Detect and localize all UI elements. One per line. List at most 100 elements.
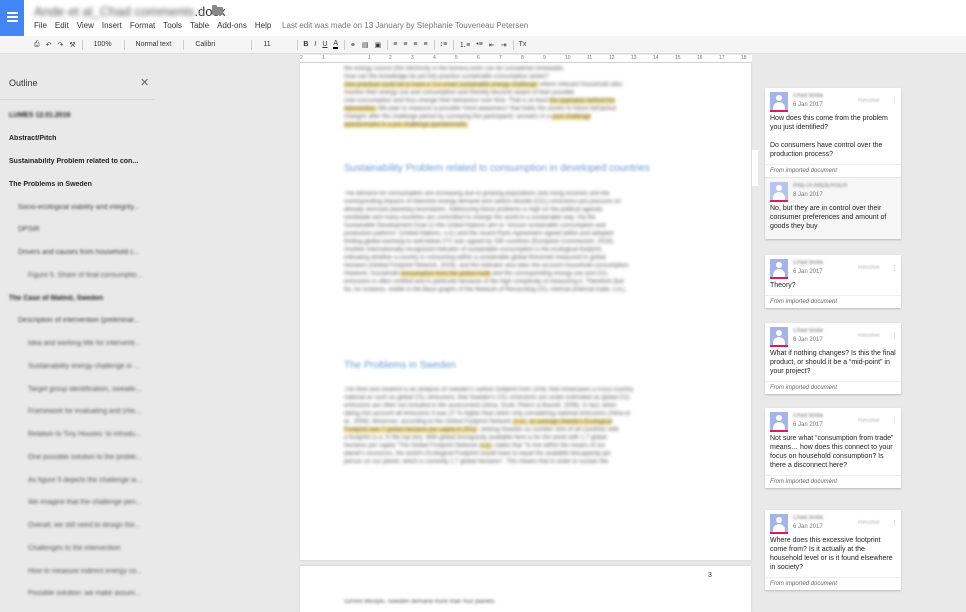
menu-table[interactable]: Table [190, 21, 209, 30]
undo-icon[interactable]: ↶ [46, 41, 52, 49]
resolve-button[interactable]: Resolve [858, 265, 880, 271]
comment-thread[interactable]: Chad Boda 6 Jan 2017 Resolve ⋮ Where doe… [765, 510, 901, 590]
font-size-select[interactable]: 11 [257, 41, 291, 48]
comment-thread[interactable]: Chad Boda 6 Jan 2017 Resolve ⋮ Not sure … [765, 408, 901, 488]
style-select[interactable]: Normal text [130, 41, 178, 48]
resolve-button[interactable]: Resolve [858, 333, 880, 339]
outline-item[interactable]: Possible solution: we make assum... [28, 590, 173, 597]
folder-icon[interactable] [212, 5, 223, 15]
outline-item[interactable]: How to measure indirect energy co... [28, 568, 173, 575]
body-paragraph-blurred: current lifestyle, Sweden demand more th… [344, 599, 497, 605]
menu-file[interactable]: File [34, 21, 47, 30]
outline-item[interactable]: Drivers and causes from household c... [18, 249, 163, 256]
more-options-icon[interactable]: ⋮ [891, 519, 898, 527]
outline-item[interactable]: Idea and working title for interventi... [28, 340, 173, 347]
ruler[interactable]: 2 1 1 2 3 4 5 6 7 8 9 10 11 12 13 14 15 … [300, 55, 752, 63]
outline-item[interactable]: Challenges to the intervention [28, 545, 173, 552]
menu-insert[interactable]: Insert [102, 21, 122, 30]
menu-view[interactable]: View [77, 21, 94, 30]
body-paragraph-blurred: The third and clearest is an analysis of… [344, 387, 634, 465]
resolve-button[interactable]: Resolve [858, 98, 880, 104]
outline-item[interactable]: Sustainability Problem related to con... [9, 158, 154, 165]
close-icon[interactable]: ✕ [140, 76, 149, 89]
resolve-button[interactable]: Resolve [858, 418, 880, 424]
outline-item[interactable]: We imagine that the challenge peri... [28, 499, 173, 506]
outline-item[interactable]: Sustainability energy challenge in ... [28, 363, 173, 370]
ruler-label: 7 [499, 55, 502, 61]
increase-indent-icon[interactable]: ⇥ [501, 41, 507, 49]
outline-item[interactable]: Figure 5. Share of final consumptio... [28, 272, 173, 279]
outline-item[interactable]: LUMES 12.01.2016 [9, 112, 154, 119]
avatar [770, 514, 788, 534]
outline-item[interactable]: Abstract/Pitch [9, 135, 154, 142]
menu-tools[interactable]: Tools [163, 21, 182, 30]
outline-item[interactable]: Target group identification, sweatki... [28, 386, 173, 393]
print-icon[interactable]: ⎙ [34, 41, 40, 49]
resolve-button[interactable]: Resolve [858, 520, 880, 526]
outline-item[interactable]: The Case of Malmö, Sweden [9, 295, 154, 302]
align-center-icon[interactable]: ≡ [403, 41, 407, 48]
paint-format-icon[interactable]: ⚒ [69, 41, 75, 49]
more-options-icon[interactable]: ⋮ [891, 97, 898, 105]
divider [0, 99, 155, 100]
docs-logo-icon[interactable] [0, 0, 24, 36]
align-right-icon[interactable]: ≡ [413, 41, 417, 48]
comment-reply[interactable]: ANETA ANDERSEN 8 Jan 2017 No, but they a… [765, 177, 901, 239]
comment-thread[interactable]: Chad Boda 6 Jan 2017 Resolve ⋮ What if n… [765, 323, 901, 394]
star-icon[interactable]: ☆ [196, 4, 207, 18]
ruler-label: 9 [543, 55, 546, 61]
underline-button[interactable]: U [322, 41, 327, 48]
outline-item[interactable]: Socio-ecological viability and integrity… [18, 204, 163, 211]
menu-format[interactable]: Format [130, 21, 155, 30]
outline-item[interactable]: Description of intervention (preliminar.… [18, 317, 163, 324]
avatar [770, 327, 788, 347]
align-justify-icon[interactable]: ≡ [424, 41, 428, 48]
scrollbar-thumb[interactable] [752, 150, 758, 186]
line-spacing-icon[interactable]: ↕≡ [440, 41, 448, 48]
toolbar-divider [123, 39, 125, 50]
outline-item[interactable]: Overall, we still need to design the... [28, 522, 173, 529]
outline-item[interactable]: Relation to Tiny Houses: to introdu... [28, 431, 173, 438]
document-page[interactable]: 3 current lifestyle, Sweden demand more … [300, 566, 751, 612]
bulleted-list-icon[interactable]: •≡ [476, 41, 483, 48]
last-edit-link[interactable]: Last edit was made on 13 January by Step… [282, 21, 528, 30]
ruler-label: 2 [300, 55, 303, 61]
ruler-label: 3 [411, 55, 414, 61]
bold-button[interactable]: B [303, 41, 308, 48]
ruler-label: 18 [741, 55, 747, 61]
more-options-icon[interactable]: ⋮ [891, 264, 898, 272]
text-color-button[interactable]: A [333, 40, 339, 49]
more-options-icon[interactable]: ⋮ [891, 417, 898, 425]
menu-edit[interactable]: Edit [55, 21, 69, 30]
comment-author: Chad Boda [793, 328, 824, 334]
outline-item[interactable]: The Problems in Sweden [9, 181, 154, 188]
clear-formatting-button[interactable]: Tx [519, 41, 527, 48]
more-options-icon[interactable]: ⋮ [891, 332, 898, 340]
body-paragraph-blurred: the energy source (the electricity in th… [344, 66, 623, 128]
menu-addons[interactable]: Add-ons [217, 21, 247, 30]
redo-icon[interactable]: ↷ [57, 41, 63, 49]
outline-item[interactable]: DPSIR [18, 226, 163, 233]
comment-source: From imported document [765, 381, 901, 394]
comment-date: 8 Jan 2017 [793, 192, 823, 198]
ruler-label: 15 [675, 55, 681, 61]
toolbar-divider [453, 39, 455, 50]
comment-author: ANETA ANDERSEN [793, 183, 847, 189]
comment-thread[interactable]: Chad Boda 6 Jan 2017 Resolve ⋮ How does … [765, 88, 901, 239]
link-icon[interactable]: ⚭ [350, 41, 356, 49]
comment-icon[interactable]: ▤ [362, 41, 369, 49]
numbered-list-icon[interactable]: ⒈≡ [459, 40, 470, 50]
zoom-select[interactable]: 100% [88, 41, 118, 48]
italic-button[interactable]: I [314, 41, 316, 48]
image-icon[interactable]: ▣ [375, 41, 382, 49]
menu-help[interactable]: Help [255, 21, 271, 30]
outline-item[interactable]: Framework for evaluating and (rhe... [28, 408, 173, 415]
align-left-icon[interactable]: ≡ [393, 41, 397, 48]
outline-item[interactable]: As figure 5 depicts the challenge w... [28, 477, 173, 484]
comment-thread[interactable]: Chad Boda 6 Jan 2017 Resolve ⋮ Theory? F… [765, 255, 901, 308]
font-select[interactable]: Calibri [189, 41, 245, 48]
decrease-indent-icon[interactable]: ⇤ [489, 41, 495, 49]
document-page[interactable]: the energy source (the electricity in th… [300, 63, 751, 560]
document-outline-panel: Outline ✕ LUMES 12.01.2016 Abstract/Pitc… [0, 63, 155, 612]
outline-item[interactable]: One possible solution to the proble... [28, 454, 173, 461]
